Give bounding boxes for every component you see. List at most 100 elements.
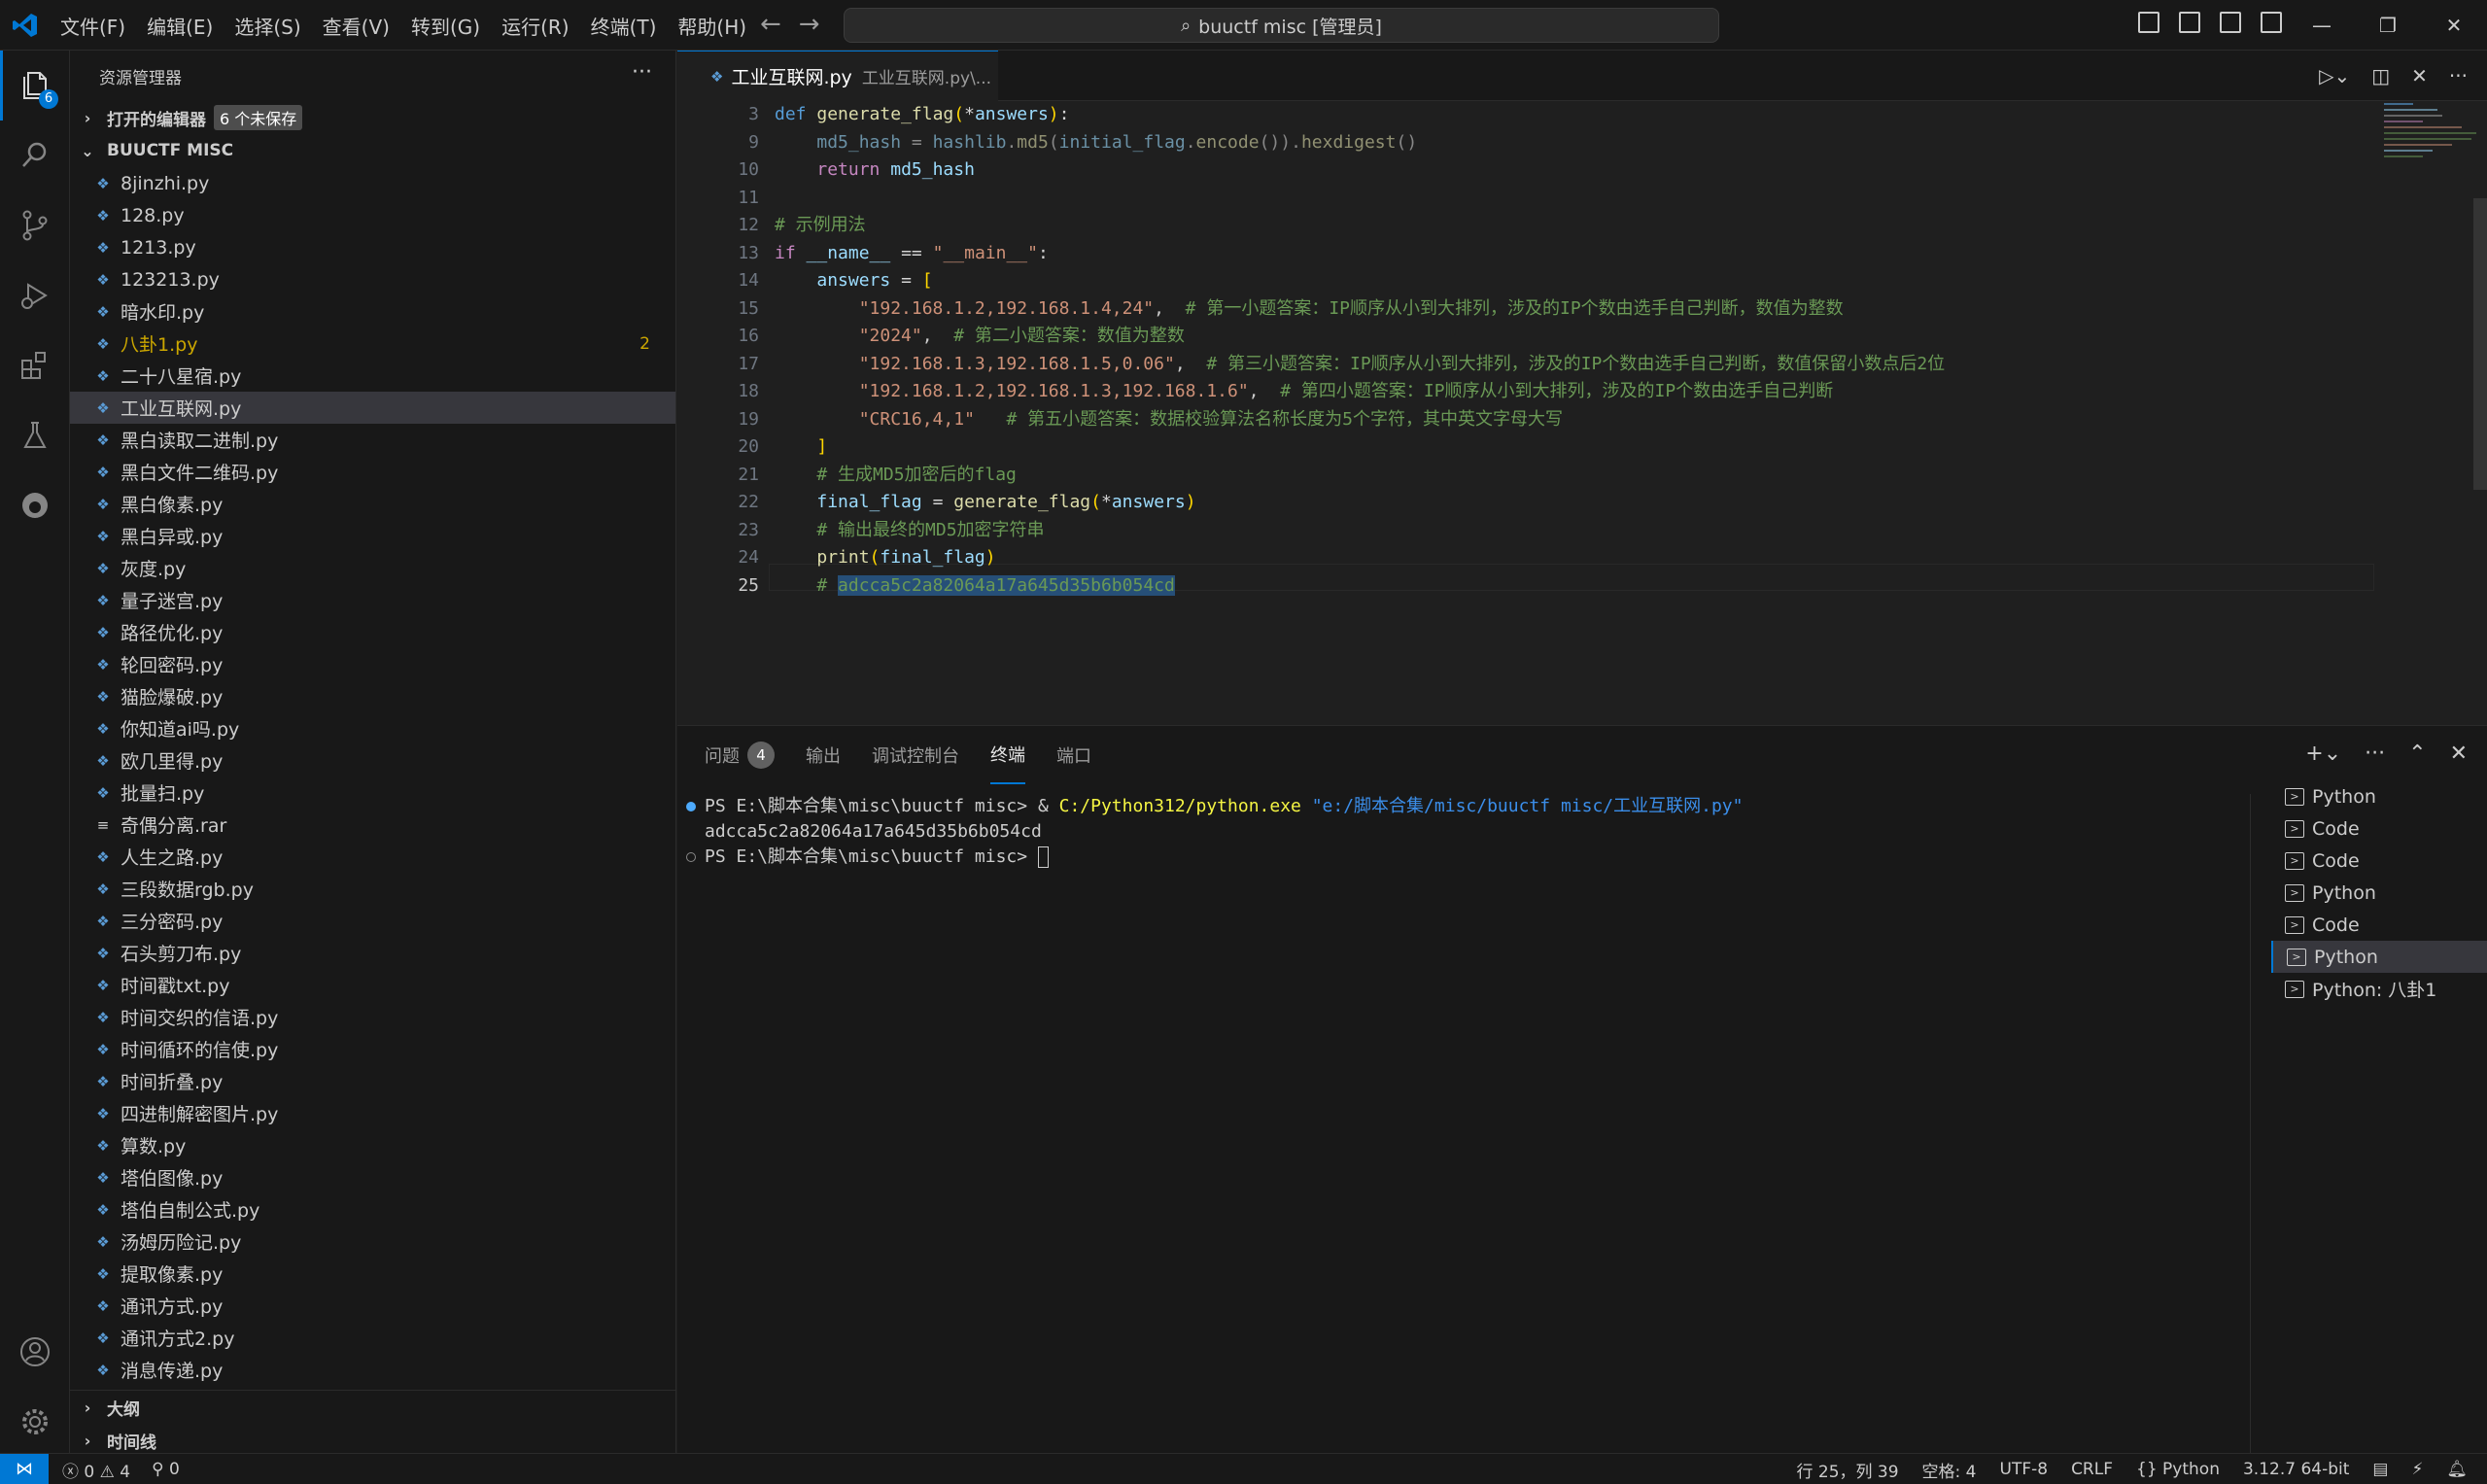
manage-activity[interactable]	[0, 1387, 70, 1457]
file-item[interactable]: ❖ 你知道ai吗.py	[70, 712, 675, 744]
file-item[interactable]: ❖ 1213.py	[70, 231, 675, 263]
ports-status[interactable]: ⚲ 0	[152, 1460, 180, 1479]
file-item[interactable]: ❖ 四进制解密图片.py	[70, 1097, 675, 1129]
file-item[interactable]: ❖ 123213.py	[70, 263, 675, 295]
menu-view[interactable]: 查看(V)	[323, 12, 390, 40]
more-actions-icon[interactable]: ···	[2449, 64, 2468, 87]
file-item[interactable]: ❖ 黑白像素.py	[70, 488, 675, 520]
file-item[interactable]: ❖ 时间折叠.py	[70, 1065, 675, 1097]
back-arrow-icon[interactable]: ←	[760, 12, 781, 37]
problems-status[interactable]: ⓧ 0 ⚠ 4	[62, 1458, 130, 1482]
file-item-selected[interactable]: ❖ 工业互联网.py	[70, 392, 675, 424]
file-item[interactable]: ❖ 量子迷宫.py	[70, 584, 675, 616]
tab-debug-console[interactable]: 调试控制台	[872, 726, 959, 784]
toggle-sidebar-icon[interactable]	[2138, 12, 2159, 33]
minimap[interactable]	[2370, 101, 2487, 725]
new-terminal-icon[interactable]: +⌄	[2305, 742, 2341, 766]
terminal-list-item[interactable]: > Code	[2271, 845, 2487, 877]
file-item[interactable]: ❖ 通讯方式2.py	[70, 1322, 675, 1354]
menu-help[interactable]: 帮助(H)	[677, 12, 746, 40]
editor-scrollbar[interactable]	[2473, 198, 2487, 490]
file-item[interactable]: ❖ 塔伯自制公式.py	[70, 1193, 675, 1225]
split-editor-icon[interactable]: ◫	[2371, 64, 2390, 87]
file-item[interactable]: ❖ 暗水印.py	[70, 295, 675, 328]
folder-section[interactable]: ⌄ BUUCTF MISC	[70, 134, 675, 167]
indentation[interactable]: 空格: 4	[1922, 1458, 1977, 1482]
toggle-secondary-sidebar-icon[interactable]	[2220, 12, 2241, 33]
file-item[interactable]: ❖ 路径优化.py	[70, 616, 675, 648]
menu-file[interactable]: 文件(F)	[60, 12, 125, 40]
terminal-list-item[interactable]: > Code	[2271, 812, 2487, 845]
remote-explorer-activity[interactable]	[0, 470, 70, 540]
file-item[interactable]: ❖ 欧几里得.py	[70, 744, 675, 777]
outline-section[interactable]: › 大纲	[70, 1391, 675, 1424]
menu-go[interactable]: 转到(G)	[411, 12, 480, 40]
file-item[interactable]: ≡ 奇偶分离.rar	[70, 809, 675, 841]
menu-run[interactable]: 运行(R)	[501, 12, 570, 40]
layout-icon[interactable]: ▤	[2372, 1460, 2388, 1479]
file-item[interactable]: ❖ 黑白异或.py	[70, 520, 675, 552]
python-interpreter[interactable]: 3.12.7 64-bit	[2243, 1460, 2349, 1479]
command-center[interactable]: ⌕ buuctf misc [管理员]	[844, 8, 1719, 43]
forward-arrow-icon[interactable]: →	[799, 12, 820, 37]
customize-layout-icon[interactable]	[2261, 12, 2282, 33]
file-item[interactable]: ❖ 汤姆历险记.py	[70, 1225, 675, 1258]
close-editor-icon[interactable]: ✕	[2411, 64, 2428, 87]
file-item[interactable]: ❖ 黑白读取二进制.py	[70, 424, 675, 456]
language-mode[interactable]: {} Python	[2136, 1460, 2220, 1479]
remote-indicator-icon[interactable]: ⋈	[0, 1454, 49, 1484]
encoding[interactable]: UTF-8	[2000, 1460, 2049, 1479]
file-item[interactable]: ❖ 128.py	[70, 199, 675, 231]
copilot-icon[interactable]: ⚡	[2411, 1460, 2423, 1479]
close-panel-icon[interactable]: ✕	[2450, 742, 2468, 766]
tab-terminal[interactable]: 终端	[990, 726, 1025, 784]
toggle-panel-icon[interactable]	[2179, 12, 2200, 33]
file-item[interactable]: ❖ 通讯方式.py	[70, 1290, 675, 1322]
file-item[interactable]: ❖ 时间戳txt.py	[70, 969, 675, 1001]
file-item[interactable]: ❖ 人生之路.py	[70, 841, 675, 873]
explorer-activity[interactable]: 6	[0, 51, 70, 121]
open-editors-section[interactable]: › 打开的编辑器 6 个未保存	[70, 101, 675, 134]
testing-activity[interactable]	[0, 400, 70, 470]
file-item[interactable]: ❖ 八卦1.py 2	[70, 328, 675, 360]
timeline-section[interactable]: › 时间线	[70, 1424, 675, 1457]
close-window-icon[interactable]: ✕	[2421, 0, 2487, 51]
file-item[interactable]: ❖ 提取像素.py	[70, 1258, 675, 1290]
tab-active-file[interactable]: ❖ 工业互联网.py 工业互联网.py\...	[677, 51, 998, 101]
file-item[interactable]: ❖ 时间循环的信使.py	[70, 1033, 675, 1065]
accounts-activity[interactable]	[0, 1317, 70, 1387]
terminal-list-item[interactable]: > Python	[2271, 780, 2487, 812]
file-item[interactable]: ❖ 灰度.py	[70, 552, 675, 584]
more-actions-icon[interactable]: ···	[2365, 742, 2385, 766]
source-control-activity[interactable]	[0, 190, 70, 260]
tab-ports[interactable]: 端口	[1056, 726, 1091, 784]
file-item[interactable]: ❖ 黑白文件二维码.py	[70, 456, 675, 488]
tab-problems[interactable]: 问题 4	[705, 726, 775, 784]
run-debug-activity[interactable]	[0, 260, 70, 330]
more-actions-icon[interactable]: ···	[632, 60, 652, 85]
file-item[interactable]: ❖ 消息传递.py	[70, 1354, 675, 1386]
terminal-list-item-active[interactable]: > Python	[2271, 941, 2487, 973]
maximize-panel-icon[interactable]: ⌃	[2408, 742, 2426, 766]
terminal-list-item[interactable]: > Python	[2271, 877, 2487, 909]
file-item[interactable]: ❖ 轮回密码.py	[70, 648, 675, 680]
menu-edit[interactable]: 编辑(E)	[147, 12, 213, 40]
notifications-bell-icon[interactable]: 🔔︎	[2446, 1460, 2468, 1479]
file-item[interactable]: ❖ 猫脸爆破.py	[70, 680, 675, 712]
tab-output[interactable]: 输出	[806, 726, 841, 784]
menu-selection[interactable]: 选择(S)	[234, 12, 300, 40]
restore-icon[interactable]: ❐	[2355, 0, 2421, 51]
file-item[interactable]: ❖ 8jinzhi.py	[70, 167, 675, 199]
file-item[interactable]: ❖ 塔伯图像.py	[70, 1161, 675, 1193]
menu-terminal[interactable]: 终端(T)	[591, 12, 657, 40]
minimize-icon[interactable]: —	[2289, 0, 2355, 51]
file-item[interactable]: ❖ 算数.py	[70, 1129, 675, 1161]
extensions-activity[interactable]	[0, 330, 70, 400]
terminal-list-item[interactable]: > Code	[2271, 909, 2487, 941]
file-item[interactable]: ❖ 三段数据rgb.py	[70, 873, 675, 905]
cursor-position[interactable]: 行 25，列 39	[1796, 1458, 1898, 1482]
file-item[interactable]: ❖ 批量扫.py	[70, 777, 675, 809]
terminal-list-item[interactable]: > Python: 八卦1	[2271, 973, 2487, 1005]
end-of-line[interactable]: CRLF	[2071, 1460, 2113, 1479]
terminal-output[interactable]: PS E:\脚本合集\misc\buuctf misc> & C:/Python…	[677, 794, 2252, 1454]
